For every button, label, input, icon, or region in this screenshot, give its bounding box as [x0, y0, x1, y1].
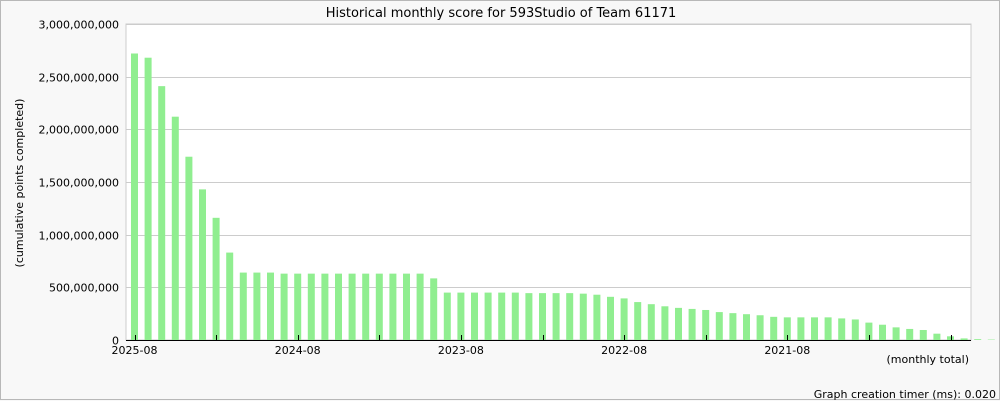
- bar: [471, 293, 478, 340]
- y-axis-ticks: 0500,000,0001,000,000,0001,500,000,0002,…: [39, 19, 119, 348]
- bar: [335, 274, 342, 340]
- monthly-score-chart: 0500,000,0001,000,000,0001,500,000,0002,…: [1, 1, 1000, 401]
- bar: [852, 319, 859, 340]
- bar: [961, 338, 968, 340]
- bar: [213, 218, 220, 340]
- bar: [349, 274, 356, 340]
- bar: [185, 157, 192, 340]
- bar: [444, 293, 451, 340]
- bar: [512, 293, 519, 340]
- bar: [417, 274, 424, 340]
- bar: [580, 294, 587, 340]
- bar: [131, 53, 138, 340]
- bar: [172, 117, 179, 340]
- bar: [457, 293, 464, 340]
- bar: [648, 304, 655, 340]
- bar: [893, 327, 900, 340]
- bar: [158, 86, 165, 340]
- chart-frame: 0500,000,0001,000,000,0001,500,000,0002,…: [0, 0, 1000, 400]
- bar: [321, 274, 328, 340]
- bar: [729, 313, 736, 340]
- y-tick-label: 1,500,000,000: [39, 177, 119, 190]
- bar: [825, 317, 832, 340]
- bar: [389, 274, 396, 340]
- chart-title: Historical monthly score for 593Studio o…: [326, 6, 677, 21]
- bar: [621, 298, 628, 340]
- bar: [199, 189, 206, 340]
- y-tick-label: 2,500,000,000: [39, 72, 119, 85]
- y-tick-label: 2,000,000,000: [39, 124, 119, 137]
- bar: [240, 273, 247, 340]
- x-tick-label: 2024-08: [275, 344, 321, 357]
- x-tick-label: 2025-08: [112, 344, 158, 357]
- x-tick-label: 2021-08: [764, 344, 810, 357]
- bar: [974, 339, 981, 340]
- bar: [362, 274, 369, 340]
- y-tick-label: 1,000,000,000: [39, 230, 119, 243]
- bar: [253, 273, 260, 340]
- y-tick-label: 3,000,000,000: [39, 19, 119, 32]
- bar: [716, 312, 723, 340]
- bar: [675, 308, 682, 340]
- bar: [797, 317, 804, 340]
- bar: [376, 274, 383, 340]
- bar: [947, 336, 954, 340]
- bar: [811, 317, 818, 340]
- bar: [661, 306, 668, 340]
- x-axis-label: (monthly total): [887, 353, 970, 366]
- bar: [593, 295, 600, 340]
- bar: [566, 293, 573, 340]
- bar: [403, 274, 410, 340]
- bar: [865, 323, 872, 340]
- bar: [702, 310, 709, 340]
- x-tick-label: 2022-08: [601, 344, 647, 357]
- bar: [770, 317, 777, 340]
- bar: [281, 274, 288, 340]
- y-axis-label: (cumulative points completed): [13, 99, 26, 268]
- bar: [757, 315, 764, 340]
- bar: [838, 318, 845, 340]
- bar: [634, 302, 641, 340]
- bar: [308, 274, 315, 340]
- bar: [145, 58, 152, 340]
- bar: [906, 329, 913, 340]
- bar: [226, 253, 233, 340]
- bar: [498, 293, 505, 340]
- bar: [539, 293, 546, 340]
- bar: [485, 293, 492, 340]
- bar: [689, 309, 696, 340]
- bar: [743, 314, 750, 340]
- bar: [430, 278, 437, 340]
- x-tick-label: 2023-08: [438, 344, 484, 357]
- bar: [933, 334, 940, 340]
- graph-timer-text: Graph creation timer (ms): 0.020: [814, 388, 996, 401]
- bar: [267, 273, 274, 340]
- bar: [553, 293, 560, 340]
- bar: [879, 325, 886, 340]
- bar: [294, 274, 301, 340]
- y-tick-label: 500,000,000: [49, 282, 119, 295]
- bar: [607, 297, 614, 340]
- bar: [920, 330, 927, 340]
- bar: [525, 293, 532, 340]
